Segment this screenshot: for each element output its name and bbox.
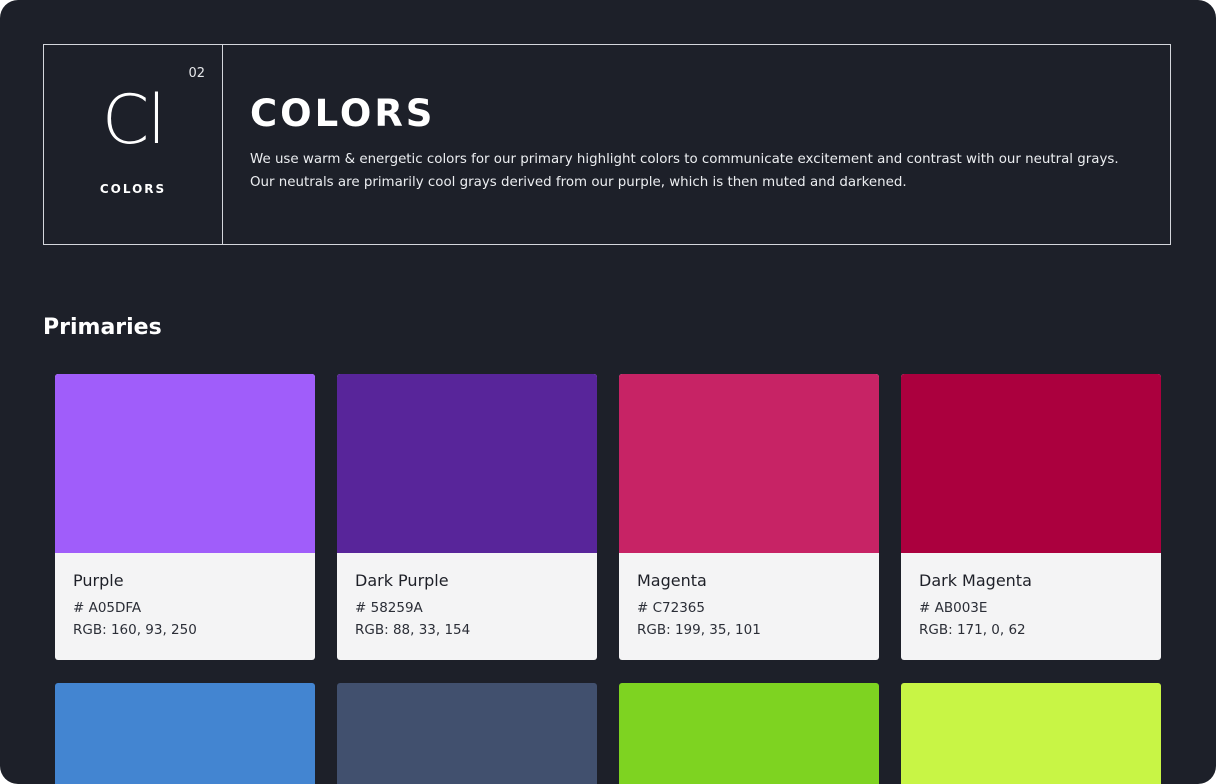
swatch-color: [619, 683, 879, 784]
swatch-rgb: RGB: 88, 33, 154: [355, 622, 471, 638]
swatch-card-lime[interactable]: [901, 683, 1161, 784]
swatch-color: [337, 683, 597, 784]
description-line: Our neutrals are primarily cool grays de…: [250, 175, 907, 190]
swatch-info: Dark Purple # 58259A RGB: 88, 33, 154: [337, 553, 597, 641]
swatch-rgb: RGB: 199, 35, 101: [637, 622, 761, 638]
swatch-name: Dark Magenta: [919, 571, 1032, 590]
swatch-hex: # A05DFA: [73, 600, 142, 616]
element-name: COLORS: [99, 182, 167, 196]
swatch-hex: # AB003E: [919, 600, 988, 616]
header-box: 02 Cl COLORS COLORS We use warm & energe…: [43, 44, 1171, 245]
swatch-hex: # 58259A: [355, 600, 423, 616]
section-title: Primaries: [43, 315, 162, 340]
swatch-card-blue[interactable]: [55, 683, 315, 784]
element-number: 02: [188, 66, 205, 81]
element-tile: 02 Cl COLORS: [44, 45, 223, 244]
swatch-color: [55, 374, 315, 553]
swatch-card-magenta[interactable]: Magenta # C72365 RGB: 199, 35, 101: [619, 374, 879, 660]
swatch-card-slate[interactable]: [337, 683, 597, 784]
swatch-color: [619, 374, 879, 553]
swatch-info: Dark Magenta # AB003E RGB: 171, 0, 62: [901, 553, 1161, 641]
swatch-name: Purple: [73, 571, 124, 590]
page-description: We use warm & energetic colors for our p…: [250, 148, 1150, 194]
swatch-hex: # C72365: [637, 600, 705, 616]
swatch-color: [901, 683, 1161, 784]
swatch-card-green[interactable]: [619, 683, 879, 784]
swatch-card-purple[interactable]: Purple # A05DFA RGB: 160, 93, 250: [55, 374, 315, 660]
description-line: We use warm & energetic colors for our p…: [250, 152, 1119, 167]
page-title: COLORS: [250, 92, 436, 135]
swatch-name: Magenta: [637, 571, 707, 590]
swatch-rgb: RGB: 160, 93, 250: [73, 622, 197, 638]
swatch-info: Purple # A05DFA RGB: 160, 93, 250: [55, 553, 315, 641]
swatch-card-dark-magenta[interactable]: Dark Magenta # AB003E RGB: 171, 0, 62: [901, 374, 1161, 660]
swatch-name: Dark Purple: [355, 571, 449, 590]
swatch-card-dark-purple[interactable]: Dark Purple # 58259A RGB: 88, 33, 154: [337, 374, 597, 660]
swatch-color: [901, 374, 1161, 553]
swatch-rgb: RGB: 171, 0, 62: [919, 622, 1026, 638]
swatch-color: [337, 374, 597, 553]
swatch-color: [55, 683, 315, 784]
element-symbol: Cl: [101, 81, 166, 160]
colors-page: 02 Cl COLORS COLORS We use warm & energe…: [0, 0, 1216, 784]
swatch-info: Magenta # C72365 RGB: 199, 35, 101: [619, 553, 879, 641]
header-text: COLORS We use warm & energetic colors fo…: [250, 95, 1150, 194]
